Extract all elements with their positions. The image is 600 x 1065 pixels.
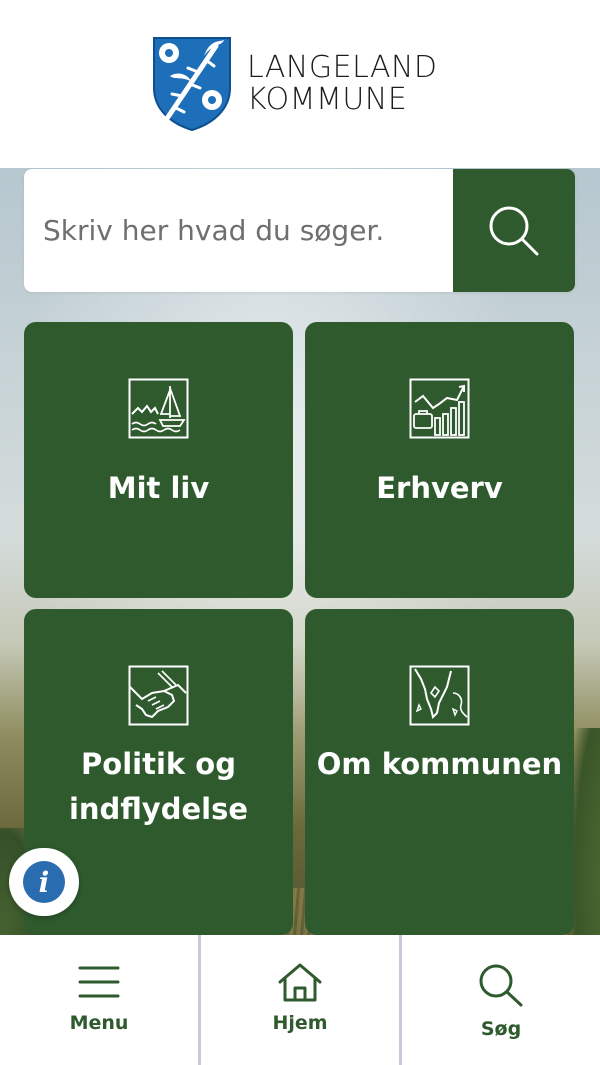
search-input[interactable] [24, 169, 453, 292]
info-icon: i [23, 861, 65, 903]
nav-search[interactable]: Søg [399, 935, 600, 1065]
search-icon [489, 206, 539, 255]
tile-label: Mit liv [107, 471, 210, 505]
search-form [24, 169, 575, 292]
nav-search-label: Søg [480, 1018, 522, 1040]
search-button[interactable] [453, 169, 575, 292]
search-icon [479, 964, 523, 1007]
nav-menu-label: Menu [69, 1012, 129, 1034]
nav-menu[interactable]: Menu [0, 935, 198, 1065]
tile-label: Erhverv [376, 471, 503, 505]
bottom-navigation: Menu Hjem Søg [0, 935, 600, 1065]
hamburger-menu-icon [78, 966, 120, 998]
tile-label: Om kommunen [316, 747, 563, 781]
home-icon [278, 963, 322, 1002]
nav-home[interactable]: Hjem [198, 935, 399, 1065]
info-button[interactable]: i [9, 848, 79, 916]
municipality-logo[interactable]: LANGELAND KOMMUNE [152, 36, 438, 131]
nav-home-label: Hjem [272, 1012, 328, 1034]
handshake-icon [128, 665, 189, 726]
municipality-name-line2: KOMMUNE [247, 81, 408, 117]
business-growth-chart-icon [409, 378, 470, 439]
island-map-icon [409, 665, 470, 726]
tile-om-kommunen[interactable]: Om kommunen [305, 609, 574, 935]
tile-mit-liv[interactable]: Mit liv [24, 322, 293, 598]
municipality-name-line1: LANGELAND [247, 49, 438, 85]
tile-erhverv[interactable]: Erhverv [305, 322, 574, 598]
app-header: LANGELAND KOMMUNE [0, 0, 600, 168]
tile-label: Politik og indflydelse [68, 747, 249, 826]
coat-of-arms-icon [153, 37, 231, 131]
municipality-name: LANGELAND KOMMUNE [247, 49, 438, 117]
landscape-boat-icon [128, 378, 189, 439]
